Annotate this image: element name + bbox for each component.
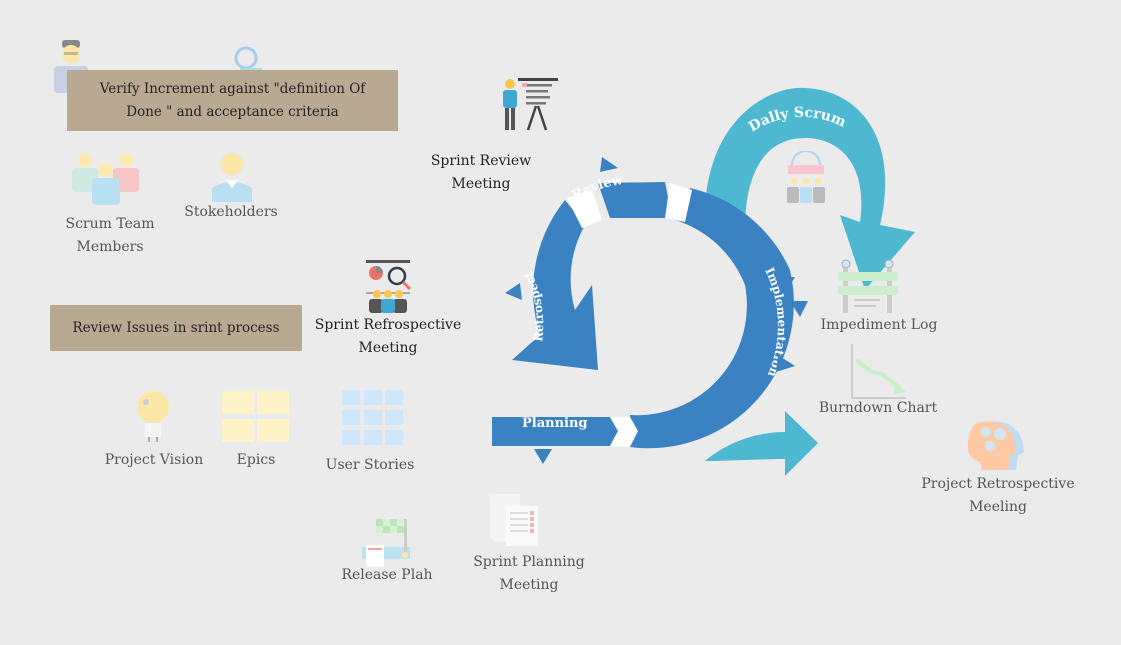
team-icon bbox=[72, 153, 139, 205]
story-cards-icon bbox=[342, 390, 403, 445]
marker-triangle bbox=[534, 449, 552, 464]
marker-triangle bbox=[505, 283, 522, 300]
impediment-log-label: Impediment Log bbox=[820, 317, 938, 333]
planning-label: Planning bbox=[522, 416, 588, 431]
verify-increment-note: Verify Increment against "definition Of … bbox=[67, 70, 398, 131]
user-stories-label: User Stories bbox=[325, 457, 415, 473]
daily-meeting-icon bbox=[787, 151, 825, 203]
epics-label: Epics bbox=[236, 452, 276, 468]
presentation-icon bbox=[503, 78, 558, 131]
stakeholder-icon bbox=[212, 153, 252, 202]
barrier-icon bbox=[838, 259, 898, 313]
sticky-notes-icon bbox=[222, 391, 289, 442]
sprint-retrospective-label: Sprint Refrospective Meeting bbox=[314, 317, 462, 356]
project-retrospective-label: Project Retrospective Meeling bbox=[921, 476, 1075, 515]
review-issues-note: Review Issues in srint process bbox=[50, 305, 302, 351]
scroll-icon bbox=[486, 494, 538, 546]
marker-triangle bbox=[600, 157, 618, 172]
head-gears-icon bbox=[967, 421, 1024, 470]
burndown-icon bbox=[851, 344, 906, 399]
lightbulb-icon bbox=[137, 391, 169, 442]
project-vision-label: Project Vision bbox=[104, 452, 204, 468]
sprint-review-label: Sprint Review Meeting bbox=[430, 153, 532, 192]
analysis-meeting-icon bbox=[366, 260, 412, 313]
release-flag-icon bbox=[362, 519, 410, 567]
marker-triangle bbox=[776, 355, 795, 372]
release-plan-label: Release Plah bbox=[341, 567, 433, 583]
scrum-team-label: Scrum Team Members bbox=[65, 216, 155, 255]
stakeholders-label: Stokeholders bbox=[184, 204, 278, 220]
burndown-chart-label: Burndown Chart bbox=[818, 400, 938, 416]
sprint-planning-label: Sprint Planning Meeting bbox=[473, 554, 585, 593]
